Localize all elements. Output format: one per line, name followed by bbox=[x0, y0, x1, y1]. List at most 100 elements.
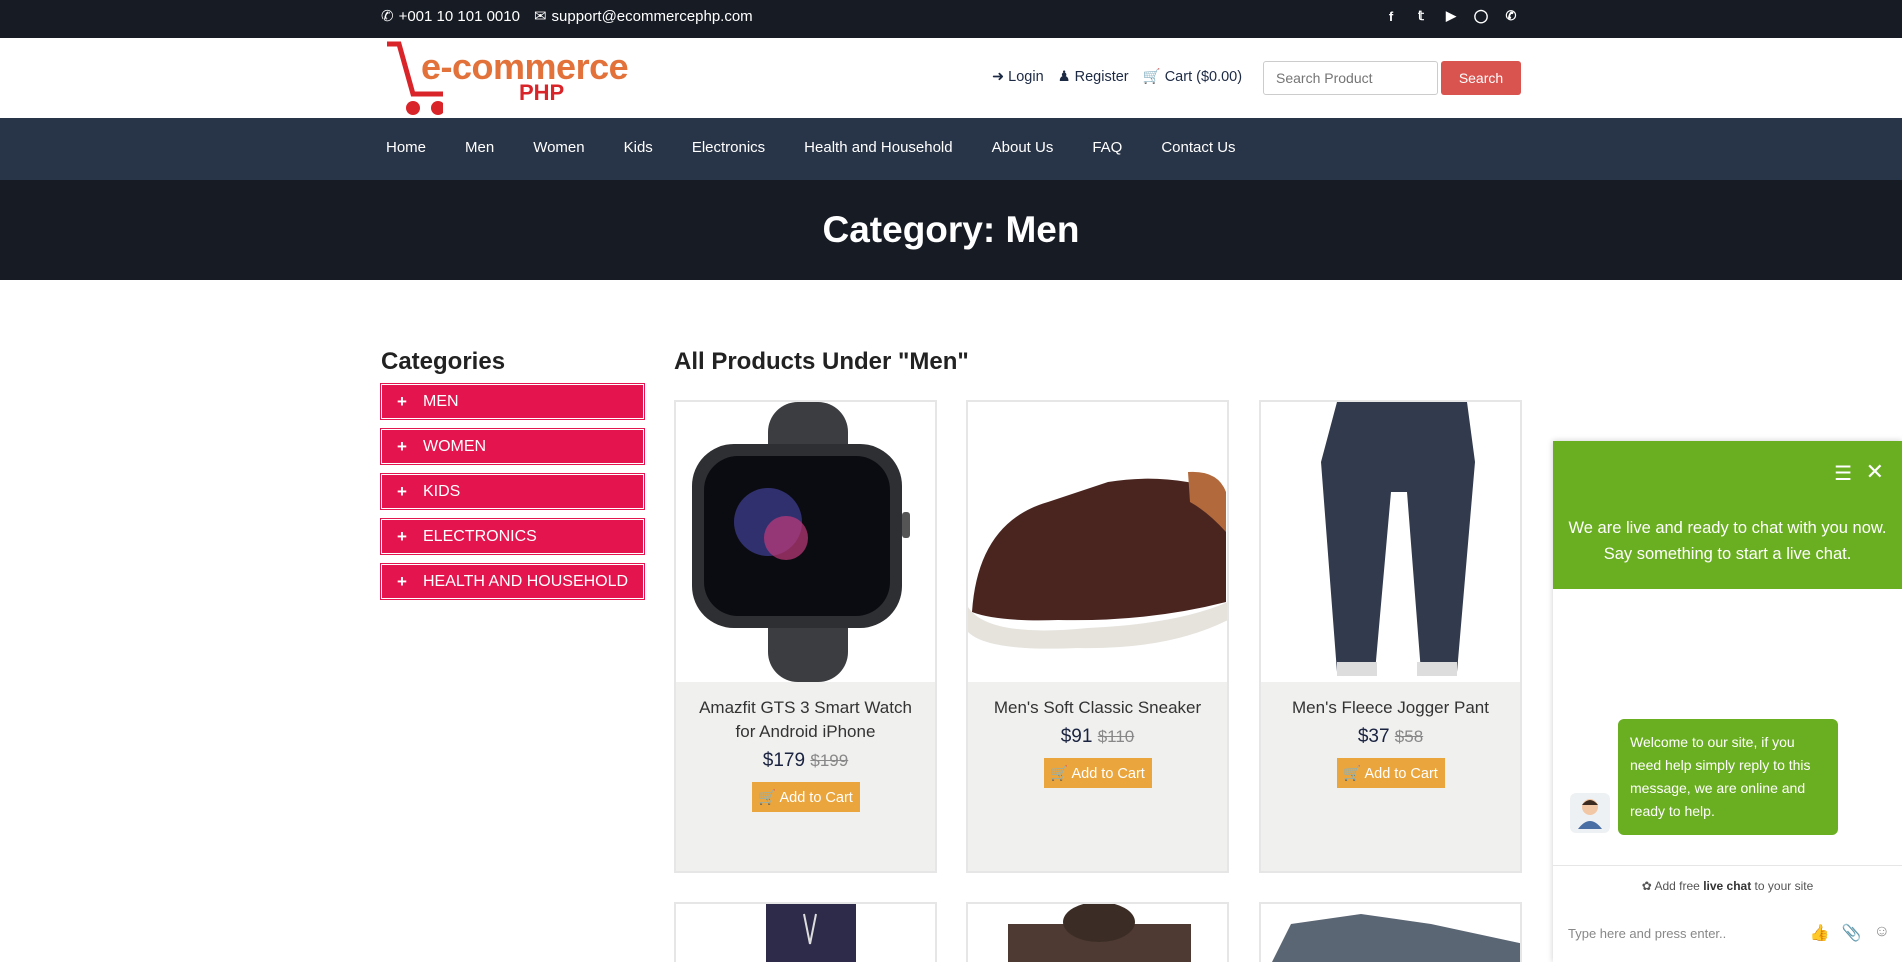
nav-item-kids[interactable]: Kids bbox=[624, 139, 653, 156]
product-card[interactable]: Amazfit GTS 3 Smart Watch for Android iP… bbox=[674, 400, 937, 873]
product-image[interactable] bbox=[676, 402, 935, 682]
account-links: ➜ Login ♟ Register 🛒 Cart ($0.00) bbox=[992, 68, 1242, 86]
email-address: support@ecommercephp.com bbox=[551, 7, 753, 25]
tshirt-pack-image bbox=[1272, 914, 1520, 962]
page-title: Category: Men bbox=[822, 209, 1080, 250]
plus-icon: + bbox=[397, 391, 407, 411]
add-to-cart-label: Add to Cart bbox=[779, 789, 853, 806]
product-name[interactable]: Men's Soft Classic Sneaker bbox=[968, 696, 1227, 720]
product-card[interactable] bbox=[674, 902, 937, 962]
product-card[interactable]: Men's Soft Classic Sneaker $91 $110 🛒 Ad… bbox=[966, 400, 1229, 873]
product-image[interactable] bbox=[1261, 904, 1520, 962]
cart-link[interactable]: 🛒 Cart ($0.00) bbox=[1143, 68, 1242, 86]
category-item-health-household[interactable]: + HEALTH AND HOUSEHOLD bbox=[381, 564, 644, 599]
nav-item-men[interactable]: Men bbox=[465, 139, 494, 156]
nav-item-about[interactable]: About Us bbox=[992, 139, 1054, 156]
powered-by-link[interactable]: ✿ Add free live chat to your site bbox=[1553, 879, 1902, 893]
category-sidebar: Categories + MEN + WOMEN + KIDS + ELECTRONIC… bbox=[381, 348, 644, 609]
current-price: $179 bbox=[762, 750, 806, 771]
cart-icon: 🛒 bbox=[1050, 765, 1069, 782]
chat-tools: 👍 📎 ☺ bbox=[1810, 923, 1890, 943]
phone-number: +001 10 101 0010 bbox=[398, 7, 520, 25]
product-price: $37 $58 bbox=[1261, 726, 1520, 748]
category-label: KIDS bbox=[423, 482, 461, 500]
add-to-cart-button[interactable]: 🛒 Add to Cart bbox=[751, 782, 860, 812]
plus-icon: + bbox=[397, 481, 407, 501]
plus-icon: + bbox=[397, 526, 407, 546]
login-label: Login bbox=[1008, 68, 1044, 85]
register-link[interactable]: ♟ Register bbox=[1058, 68, 1129, 85]
product-image[interactable] bbox=[968, 904, 1227, 962]
product-image[interactable] bbox=[1261, 402, 1520, 682]
category-item-kids[interactable]: + KIDS bbox=[381, 474, 644, 509]
category-label: ELECTRONICS bbox=[423, 527, 537, 545]
chat-welcome-message: Welcome to our site, if you need help si… bbox=[1618, 719, 1838, 835]
category-item-women[interactable]: + WOMEN bbox=[381, 429, 644, 464]
product-card[interactable]: Men's Fleece Jogger Pant $37 $58 🛒 Add t… bbox=[1259, 400, 1522, 873]
phone-contact[interactable]: ✆ +001 10 101 0010 bbox=[381, 7, 520, 26]
chat-header: ☰ ✕ We are live and ready to chat with y… bbox=[1553, 441, 1902, 589]
chat-input[interactable]: Type here and press enter.. bbox=[1568, 926, 1726, 941]
nav-item-health-household[interactable]: Health and Household bbox=[804, 139, 952, 156]
emoji-icon[interactable]: ☺ bbox=[1874, 923, 1890, 943]
close-icon[interactable]: ✕ bbox=[1866, 459, 1884, 485]
page-banner: Category: Men bbox=[0, 180, 1902, 280]
jogger-pant-image bbox=[1321, 402, 1475, 676]
twitter-icon[interactable]: 𝕥 bbox=[1413, 8, 1429, 24]
nav-item-home[interactable]: Home bbox=[386, 139, 426, 156]
product-image[interactable] bbox=[968, 402, 1227, 682]
site-header: e-commerce PHP ➜ Login ♟ Register 🛒 Cart ($… bbox=[0, 38, 1902, 118]
cart-icon: 🛒 bbox=[1343, 765, 1362, 782]
sidebar-title: Categories bbox=[381, 348, 506, 375]
site-logo[interactable]: e-commerce PHP bbox=[383, 38, 638, 118]
nav-item-contact[interactable]: Contact Us bbox=[1161, 139, 1235, 156]
user-plus-icon: ♟ bbox=[1057, 68, 1071, 85]
cart-icon: 🛒 bbox=[758, 789, 777, 806]
paperclip-icon[interactable]: 📎 bbox=[1842, 923, 1862, 943]
search-input[interactable] bbox=[1263, 61, 1438, 95]
product-card[interactable] bbox=[1259, 902, 1522, 962]
chat-header-message: We are live and ready to chat with you n… bbox=[1568, 519, 1887, 563]
nav-item-faq[interactable]: FAQ bbox=[1092, 139, 1122, 156]
youtube-icon[interactable]: ▶ bbox=[1443, 8, 1459, 24]
instagram-icon[interactable]: ◯ bbox=[1473, 8, 1489, 24]
menu-icon[interactable]: ☰ bbox=[1834, 461, 1852, 486]
logo-subtext: PHP bbox=[519, 80, 565, 105]
agent-avatar bbox=[1570, 793, 1610, 833]
add-to-cart-label: Add to Cart bbox=[1364, 765, 1438, 782]
add-to-cart-button[interactable]: 🛒 Add to Cart bbox=[1043, 758, 1152, 788]
top-bar: ✆ +001 10 101 0010 ✉ support@ecommerceph… bbox=[0, 0, 1902, 38]
login-link[interactable]: ➜ Login bbox=[992, 68, 1044, 85]
category-item-men[interactable]: + MEN bbox=[381, 384, 644, 419]
nav-item-electronics[interactable]: Electronics bbox=[692, 139, 765, 156]
category-label: WOMEN bbox=[423, 437, 487, 455]
main-nav: Home Men Women Kids Electronics Health a… bbox=[0, 118, 1902, 180]
whatsapp-icon[interactable]: ✆ bbox=[1503, 8, 1519, 24]
product-price: $91 $110 bbox=[968, 726, 1227, 748]
add-to-cart-label: Add to Cart bbox=[1071, 765, 1145, 782]
powered-bold: live chat bbox=[1703, 879, 1752, 893]
product-name[interactable]: Amazfit GTS 3 Smart Watch for Android iP… bbox=[676, 696, 935, 744]
chat-divider bbox=[1553, 865, 1902, 866]
old-price: $199 bbox=[810, 751, 849, 770]
nav-item-women[interactable]: Women bbox=[533, 139, 584, 156]
add-to-cart-button[interactable]: 🛒 Add to Cart bbox=[1336, 758, 1445, 788]
live-chat-widget: ☰ ✕ We are live and ready to chat with y… bbox=[1553, 441, 1902, 962]
old-price: $110 bbox=[1097, 727, 1135, 746]
category-item-electronics[interactable]: + ELECTRONICS bbox=[381, 519, 644, 554]
product-image[interactable] bbox=[676, 904, 935, 962]
powered-post: to your site bbox=[1751, 879, 1814, 893]
facebook-icon[interactable]: f bbox=[1383, 8, 1399, 24]
contact-info: ✆ +001 10 101 0010 ✉ support@ecommerceph… bbox=[381, 7, 753, 26]
powered-pre: Add free bbox=[1654, 879, 1704, 893]
product-section: All Products Under "Men" Amazfit GTS 3 S… bbox=[674, 348, 1522, 962]
section-title: All Products Under "Men" bbox=[674, 348, 969, 375]
agent-avatar-icon bbox=[1578, 799, 1602, 829]
email-contact[interactable]: ✉ support@ecommercephp.com bbox=[534, 7, 753, 26]
tshirt-image bbox=[1008, 904, 1191, 962]
thumbs-up-icon[interactable]: 👍 bbox=[1810, 923, 1830, 943]
product-name[interactable]: Men's Fleece Jogger Pant bbox=[1261, 696, 1520, 720]
search-button[interactable]: Search bbox=[1441, 61, 1521, 95]
smartwatch-image bbox=[692, 402, 910, 682]
product-card[interactable] bbox=[966, 902, 1229, 962]
